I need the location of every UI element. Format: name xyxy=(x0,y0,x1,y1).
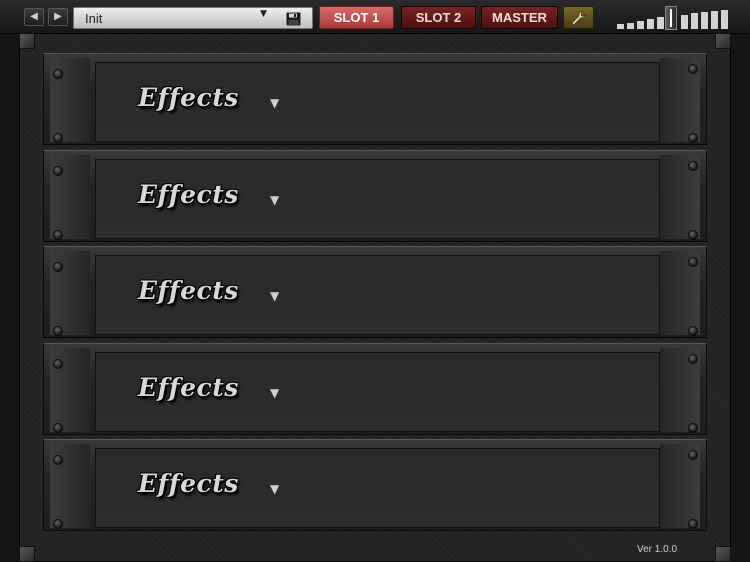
effect-slot-5[interactable]: Effects ▼ xyxy=(95,448,660,528)
screw-icon xyxy=(688,519,698,529)
dropdown-triangle-icon[interactable]: ▼ xyxy=(270,193,279,207)
screw-icon xyxy=(53,230,63,240)
volume-slider-handle[interactable] xyxy=(665,6,677,30)
screw-icon xyxy=(688,326,698,336)
volume-bar xyxy=(711,11,718,29)
screw-icon xyxy=(53,262,63,272)
dropdown-triangle-icon[interactable]: ▼ xyxy=(270,289,279,303)
screw-icon xyxy=(53,359,63,369)
right-triangle-icon: ▶ xyxy=(54,11,62,22)
volume-bar xyxy=(657,17,664,29)
effect-slot-4[interactable]: Effects ▼ xyxy=(95,352,660,432)
effect-slot-label: Effects xyxy=(138,180,239,209)
dropdown-triangle-icon[interactable]: ▼ xyxy=(270,482,279,496)
screw-icon xyxy=(53,69,63,79)
tab-master[interactable]: MASTER xyxy=(481,6,558,29)
volume-bar xyxy=(681,15,688,29)
rack-unit-3: Effects ▼ xyxy=(43,246,707,338)
volume-bar xyxy=(627,23,634,29)
screw-icon xyxy=(688,450,698,460)
rack-unit-4: Effects ▼ xyxy=(43,343,707,435)
rack-unit-2: Effects ▼ xyxy=(43,150,707,242)
volume-bar xyxy=(721,10,728,29)
screw-icon xyxy=(53,519,63,529)
dropdown-triangle-icon[interactable]: ▼ xyxy=(270,386,279,400)
next-preset-button[interactable]: ▶ xyxy=(48,8,68,26)
cabinet-corner xyxy=(19,546,35,562)
effect-slot-2[interactable]: Effects ▼ xyxy=(95,159,660,239)
effect-slot-label: Effects xyxy=(138,276,239,305)
volume-bar xyxy=(701,12,708,29)
top-toolbar: ◀ ▶ Init ▼ SLOT 1 SLOT 2 MASTER xyxy=(0,0,750,34)
version-label: Ver 1.0.0 xyxy=(637,544,678,555)
left-triangle-icon: ◀ xyxy=(30,11,38,22)
effect-slot-label: Effects xyxy=(138,83,239,112)
effect-slot-label: Effects xyxy=(138,469,239,498)
floppy-disk-icon[interactable] xyxy=(286,12,301,26)
tab-slot-2[interactable]: SLOT 2 xyxy=(401,6,476,29)
effect-slot-3[interactable]: Effects ▼ xyxy=(95,255,660,335)
screw-icon xyxy=(688,257,698,267)
cabinet-corner xyxy=(19,33,35,49)
cabinet-corner xyxy=(715,33,731,49)
screw-icon xyxy=(53,326,63,336)
preset-name: Init xyxy=(85,11,103,26)
dropdown-triangle-icon[interactable]: ▼ xyxy=(260,9,267,19)
screw-icon xyxy=(53,455,63,465)
screw-icon xyxy=(53,423,63,433)
preset-selector[interactable]: Init ▼ xyxy=(73,7,313,29)
screw-icon xyxy=(688,423,698,433)
screw-icon xyxy=(53,166,63,176)
screw-icon xyxy=(688,64,698,74)
volume-bar xyxy=(691,13,698,29)
screw-icon xyxy=(688,161,698,171)
rack-unit-1: Effects ▼ xyxy=(43,53,707,145)
volume-bar xyxy=(637,21,644,29)
tab-slot-1[interactable]: SLOT 1 xyxy=(319,6,394,29)
previous-preset-button[interactable]: ◀ xyxy=(24,8,44,26)
volume-bar xyxy=(617,24,624,29)
volume-bar xyxy=(647,19,654,29)
master-volume-slider[interactable] xyxy=(617,6,731,30)
wrench-icon xyxy=(572,10,586,25)
screw-icon xyxy=(688,354,698,364)
screw-icon xyxy=(688,230,698,240)
dropdown-triangle-icon[interactable]: ▼ xyxy=(270,96,279,110)
cabinet-corner xyxy=(715,546,731,562)
effect-slot-1[interactable]: Effects ▼ xyxy=(95,62,660,142)
screw-icon xyxy=(688,133,698,143)
screw-icon xyxy=(53,133,63,143)
rack-unit-5: Effects ▼ xyxy=(43,439,707,531)
effect-slot-label: Effects xyxy=(138,373,239,402)
settings-button[interactable] xyxy=(563,6,594,29)
